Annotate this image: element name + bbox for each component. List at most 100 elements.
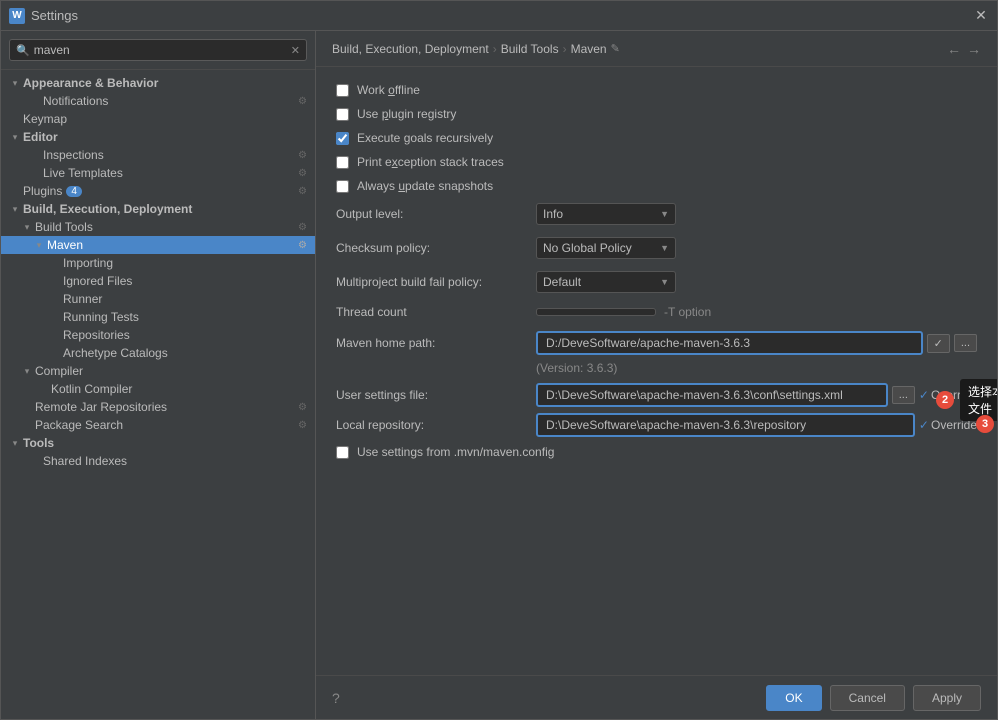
user-settings-input[interactable]: D:\DeveSoftware\apache-maven-3.6.3\conf\… — [536, 383, 888, 407]
sidebar-item-build-tools[interactable]: ▾ Build Tools ⚙ — [1, 218, 315, 236]
local-repo-override-check-icon: ✓ — [919, 418, 929, 432]
always-update-checkbox[interactable] — [336, 180, 349, 193]
sidebar-item-maven[interactable]: ▾ Maven ⚙ — [1, 236, 315, 254]
maven-home-browse-button[interactable]: ... — [954, 334, 977, 352]
breadcrumb-sep1: › — [493, 42, 497, 56]
sidebar-item-importing[interactable]: Importing — [1, 254, 315, 272]
sidebar-item-repositories[interactable]: Repositories — [1, 326, 315, 344]
sidebar-label-plugins: Plugins — [23, 184, 62, 198]
multiproject-policy-select[interactable]: Default ▼ — [536, 271, 676, 293]
dropdown-arrow-icon: ▼ — [660, 209, 669, 219]
callout-3: 3 选择Maven仓库的位置 — [976, 411, 997, 436]
ok-button[interactable]: OK — [766, 685, 821, 711]
user-settings-label: User settings file: — [336, 388, 536, 402]
sidebar-item-live-templates[interactable]: Live Templates ⚙ — [1, 164, 315, 182]
expand-icon: ▾ — [9, 204, 21, 215]
work-offline-checkbox[interactable] — [336, 84, 349, 97]
checkbox-execute-goals: Execute goals recursively — [336, 131, 977, 145]
help-icon[interactable]: ? — [332, 690, 340, 706]
sidebar-item-editor[interactable]: ▾ Editor — [1, 128, 315, 146]
execute-goals-checkbox[interactable] — [336, 132, 349, 145]
settings-tree: ▾ Appearance & Behavior Notifications ⚙ … — [1, 70, 315, 719]
sidebar-item-kotlin-compiler[interactable]: Kotlin Compiler — [1, 380, 315, 398]
local-repo-wrap: Local repository: D:\DeveSoftware\apache… — [336, 413, 977, 437]
edit-icon[interactable]: ✎ — [611, 42, 620, 55]
thread-count-input[interactable] — [536, 308, 656, 316]
override-check-icon: ✓ — [919, 388, 929, 402]
sidebar-item-build-execution[interactable]: ▾ Build, Execution, Deployment — [1, 200, 315, 218]
sidebar-item-keymap[interactable]: Keymap — [1, 110, 315, 128]
config-icon: ⚙ — [298, 96, 307, 107]
bottom-bar: ? OK Cancel Apply — [316, 675, 997, 719]
expand-icon: ▾ — [21, 222, 33, 233]
checksum-policy-control: No Global Policy ▼ — [536, 237, 977, 259]
sidebar-item-appearance[interactable]: ▾ Appearance & Behavior — [1, 74, 315, 92]
use-settings-checkbox[interactable] — [336, 446, 349, 459]
execute-goals-label: Execute goals recursively — [357, 131, 493, 145]
sidebar-label-running-tests: Running Tests — [63, 310, 139, 324]
sidebar-item-plugins[interactable]: Plugins 4 ⚙ — [1, 182, 315, 200]
sidebar-label-live-templates: Live Templates — [43, 166, 123, 180]
maven-home-input[interactable]: D:/DeveSoftware/apache-maven-3.6.3 — [536, 331, 923, 355]
output-level-select[interactable]: Info ▼ — [536, 203, 676, 225]
cancel-button[interactable]: Cancel — [830, 685, 905, 711]
use-plugin-label: Use plugin registry — [357, 107, 456, 121]
sidebar-item-ignored-files[interactable]: Ignored Files — [1, 272, 315, 290]
sidebar-label-ignored-files: Ignored Files — [63, 274, 132, 288]
sidebar-label-runner: Runner — [63, 292, 102, 306]
output-level-value: Info — [543, 207, 656, 221]
local-repo-label: Local repository: — [336, 418, 536, 432]
sidebar-item-remote-jar[interactable]: Remote Jar Repositories ⚙ — [1, 398, 315, 416]
sidebar-item-compiler[interactable]: ▾ Compiler — [1, 362, 315, 380]
main-content: 🔍 ✕ ▾ Appearance & Behavior Notification… — [1, 31, 997, 719]
sidebar-item-running-tests[interactable]: Running Tests — [1, 308, 315, 326]
maven-home-value: D:/DeveSoftware/apache-maven-3.6.3 — [546, 336, 913, 350]
config-icon: ⚙ — [298, 420, 307, 431]
search-clear-button[interactable]: ✕ — [291, 44, 300, 57]
dropdown-arrow-icon: ▼ — [660, 277, 669, 287]
use-plugin-checkbox[interactable] — [336, 108, 349, 121]
sidebar-label-remote-jar: Remote Jar Repositories — [35, 400, 167, 414]
sidebar-item-archetype-catalogs[interactable]: Archetype Catalogs — [1, 344, 315, 362]
nav-back-button[interactable]: ← — [947, 41, 961, 57]
checkbox-use-settings: Use settings from .mvn/maven.config — [336, 445, 977, 459]
sidebar-item-tools[interactable]: ▾ Tools — [1, 434, 315, 452]
user-settings-browse-button[interactable]: ... — [892, 386, 915, 404]
search-wrap[interactable]: 🔍 ✕ — [9, 39, 307, 61]
search-input[interactable] — [34, 43, 291, 57]
close-button[interactable]: ✕ — [973, 8, 989, 24]
window-title: Settings — [31, 8, 973, 23]
checksum-policy-value: No Global Policy — [543, 241, 656, 255]
maven-home-label: Maven home path: — [336, 336, 536, 350]
titlebar: W Settings ✕ — [1, 1, 997, 31]
multiproject-policy-control: Default ▼ — [536, 271, 977, 293]
local-repo-value: D:\DeveSoftware\apache-maven-3.6.3\repos… — [546, 418, 905, 432]
config-icon: ⚙ — [298, 186, 307, 197]
print-exception-checkbox[interactable] — [336, 156, 349, 169]
sidebar-item-notifications[interactable]: Notifications ⚙ — [1, 92, 315, 110]
sidebar-item-inspections[interactable]: Inspections ⚙ — [1, 146, 315, 164]
breadcrumb-nav: ← → — [947, 41, 981, 57]
checksum-policy-select[interactable]: No Global Policy ▼ — [536, 237, 676, 259]
sidebar-item-runner[interactable]: Runner — [1, 290, 315, 308]
checksum-policy-row: Checksum policy: No Global Policy ▼ — [336, 237, 977, 259]
app-icon: W — [9, 8, 25, 24]
breadcrumb-part2: Build Tools — [501, 42, 559, 56]
maven-settings-panel: Work offline Use plugin registry Execute… — [316, 67, 997, 675]
maven-home-check-button[interactable]: ✓ — [927, 334, 950, 353]
user-settings-wrap: User settings file: D:\DeveSoftware\apac… — [336, 383, 977, 407]
local-repo-input[interactable]: D:\DeveSoftware\apache-maven-3.6.3\repos… — [536, 413, 915, 437]
sidebar-item-shared-indexes[interactable]: Shared Indexes — [1, 452, 315, 470]
maven-home-row: Maven home path: D:/DeveSoftware/apache-… — [336, 331, 977, 355]
apply-button[interactable]: Apply — [913, 685, 981, 711]
checkbox-work-offline: Work offline — [336, 83, 977, 97]
output-level-control: Info ▼ — [536, 203, 977, 225]
sidebar-item-package-search[interactable]: Package Search ⚙ — [1, 416, 315, 434]
sidebar: 🔍 ✕ ▾ Appearance & Behavior Notification… — [1, 31, 316, 719]
sidebar-label-keymap: Keymap — [23, 112, 67, 126]
nav-forward-button[interactable]: → — [967, 41, 981, 57]
checkbox-always-update: Always update snapshots — [336, 179, 977, 193]
expand-icon: ▾ — [21, 366, 33, 377]
user-settings-value: D:\DeveSoftware\apache-maven-3.6.3\conf\… — [546, 388, 878, 402]
expand-icon: ▾ — [9, 78, 21, 89]
